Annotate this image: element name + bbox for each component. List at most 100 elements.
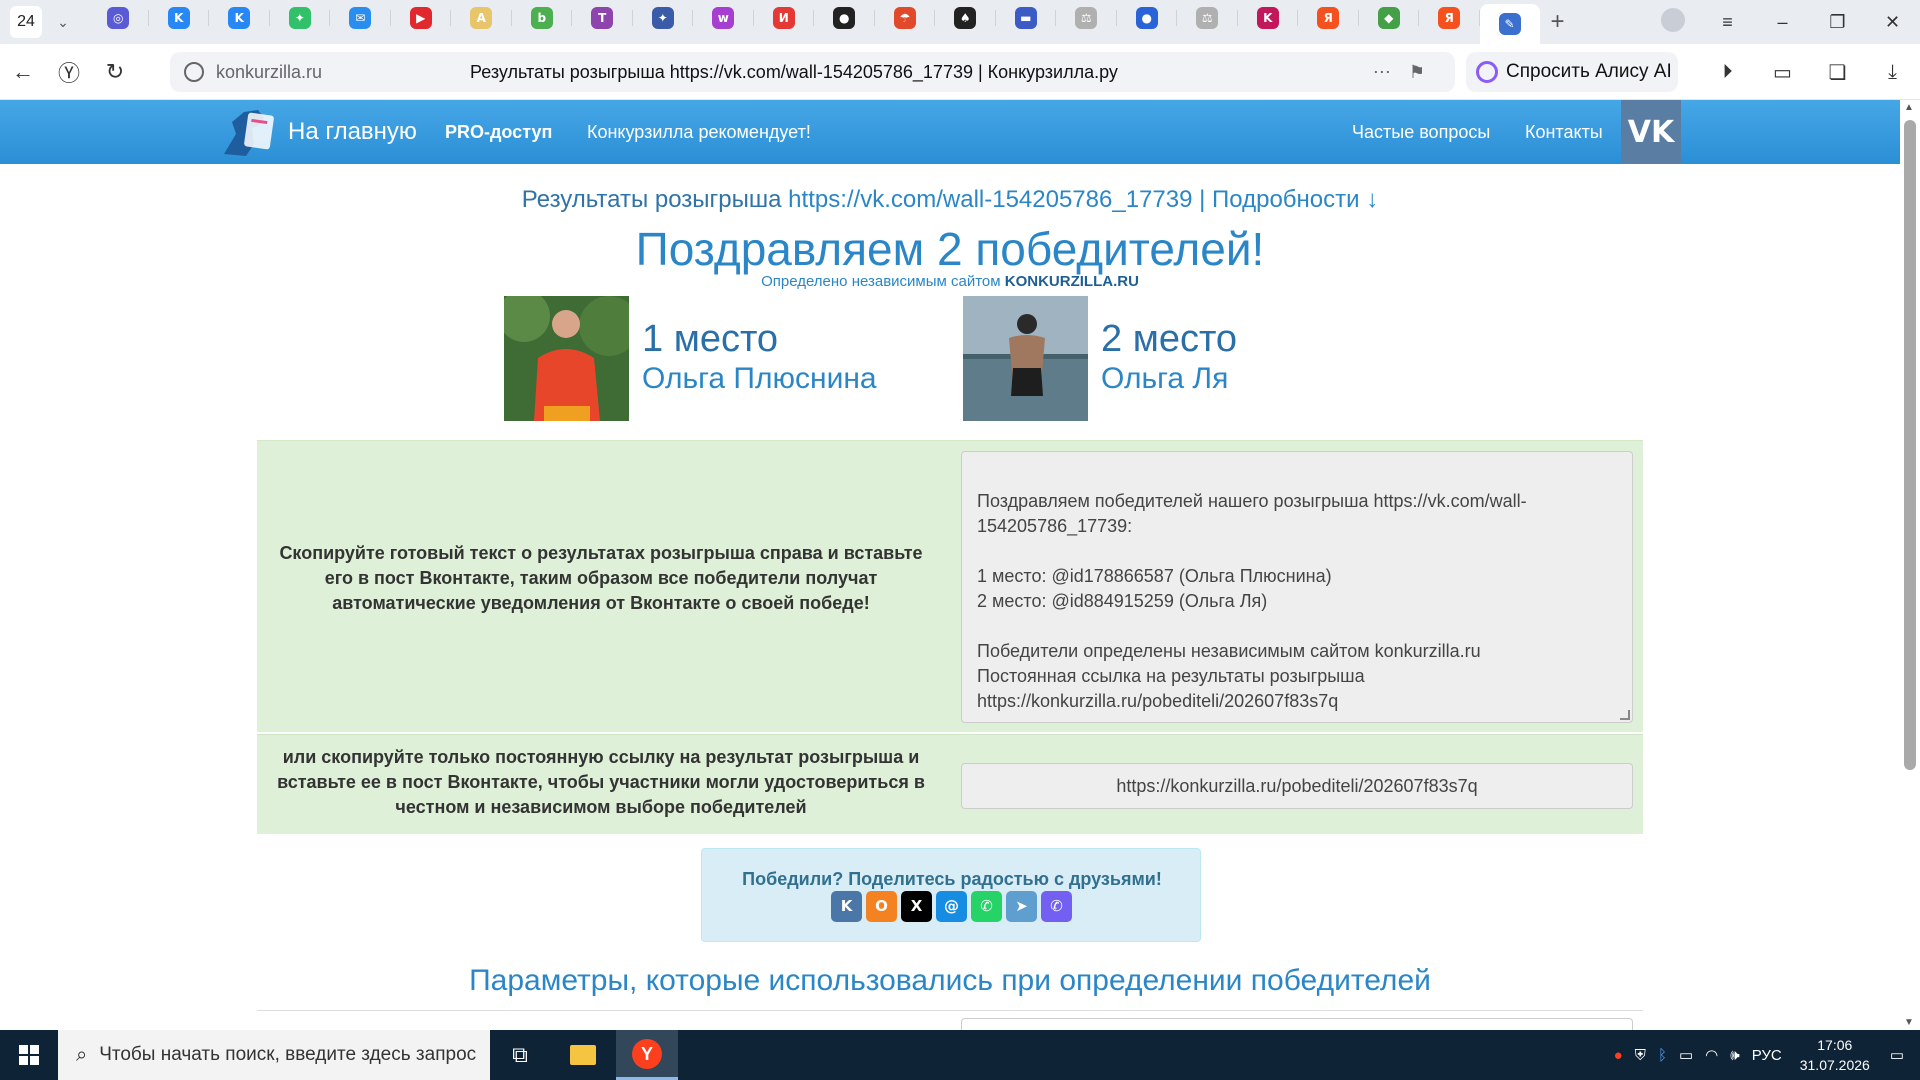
restore-button[interactable]: ❐ bbox=[1810, 12, 1865, 33]
browser-tab[interactable]: A bbox=[451, 0, 512, 36]
copy-text-instruction: Скопируйте готовый текст о результатах р… bbox=[279, 543, 923, 613]
shield-icon[interactable]: ⛨ bbox=[1635, 1047, 1646, 1064]
yandex-browser-icon: Y bbox=[632, 1038, 662, 1069]
page-title: Результаты розыгрыша https://vk.com/wall… bbox=[470, 61, 1118, 82]
browser-tab[interactable]: ▶ bbox=[391, 0, 452, 36]
nav-pro-link[interactable]: PRO-доступ bbox=[445, 122, 552, 143]
winner-2-name[interactable]: Ольга Ля bbox=[1101, 362, 1228, 396]
reload-button[interactable]: ↻ bbox=[92, 59, 138, 85]
resize-handle-icon[interactable] bbox=[1620, 710, 1630, 720]
yandex-home-button[interactable]: Ⓨ bbox=[46, 56, 92, 88]
scrollbar-thumb[interactable] bbox=[1904, 120, 1916, 770]
media-icon[interactable]: ⏵ bbox=[1700, 61, 1755, 84]
vk-link-button[interactable]: VK bbox=[1621, 100, 1681, 164]
determined-by: Определено независимым сайтом KONKURZILL… bbox=[0, 273, 1900, 290]
nav-contacts-link[interactable]: Контакты bbox=[1525, 122, 1603, 143]
browser-tab[interactable]: ● bbox=[1117, 0, 1178, 36]
active-browser-tab[interactable]: ✎ bbox=[1479, 4, 1540, 44]
site-info-icon[interactable] bbox=[184, 62, 204, 82]
browser-tab[interactable]: ◆ bbox=[1359, 0, 1420, 36]
file-explorer-icon[interactable] bbox=[553, 1030, 613, 1080]
scroll-down-icon[interactable]: ▼ bbox=[1904, 1017, 1914, 1028]
results-text-area[interactable]: Поздравляем победителей нашего розыгрыша… bbox=[961, 451, 1633, 723]
tab-icon: K bbox=[1256, 7, 1279, 29]
browser-tab[interactable]: K bbox=[209, 0, 270, 36]
browser-tab[interactable]: ☂ bbox=[875, 0, 936, 36]
vk-share-icon[interactable]: K bbox=[831, 891, 862, 922]
contest-link[interactable]: https://vk.com/wall-154205786_17739 bbox=[788, 186, 1192, 213]
konkurzilla-logo-icon[interactable] bbox=[218, 104, 278, 160]
tab-counter[interactable]: 24 bbox=[10, 6, 42, 38]
details-link[interactable]: Подробности ↓ bbox=[1212, 186, 1378, 213]
notifications-icon[interactable]: ▭ bbox=[1890, 1046, 1904, 1064]
browser-tab[interactable]: w bbox=[693, 0, 754, 36]
bookmark-icon[interactable]: ⚑ bbox=[1409, 62, 1443, 82]
browser-tab[interactable]: T bbox=[572, 0, 633, 36]
browser-tab[interactable]: Я bbox=[1298, 0, 1359, 36]
browser-tab[interactable]: ⚖ bbox=[1056, 0, 1117, 36]
browser-tab[interactable]: ✦ bbox=[633, 0, 694, 36]
umbrella-icon: ☂ bbox=[893, 7, 916, 29]
browser-tab[interactable]: И bbox=[754, 0, 815, 36]
mailru-share-icon[interactable]: @ bbox=[936, 891, 967, 922]
share-title: Победили? Поделитесь радостью с друзьями… bbox=[742, 869, 1162, 889]
start-button[interactable] bbox=[0, 1030, 58, 1080]
url-actions[interactable]: ⋯⚑ bbox=[1373, 62, 1443, 83]
nav-recommends-link[interactable]: Конкурзилла рекомендует! bbox=[587, 122, 811, 143]
scroll-up-icon[interactable]: ▲ bbox=[1904, 102, 1914, 113]
ok-share-icon[interactable]: O bbox=[866, 891, 897, 922]
back-button[interactable]: ← bbox=[0, 59, 46, 85]
bluetooth-icon[interactable]: ᛒ bbox=[1658, 1047, 1667, 1064]
yandex-browser-taskbar-icon[interactable]: Y bbox=[616, 1030, 678, 1080]
battery-tray-icon[interactable]: ▭ bbox=[1679, 1046, 1693, 1064]
new-tab-button[interactable]: + bbox=[1540, 4, 1576, 40]
browser-tab[interactable]: ⚖ bbox=[1177, 0, 1238, 36]
params-field[interactable] bbox=[961, 1018, 1633, 1030]
minimize-button[interactable]: – bbox=[1755, 12, 1810, 33]
x-share-icon[interactable]: X bbox=[901, 891, 932, 922]
browser-tab[interactable]: Я bbox=[1419, 0, 1480, 36]
profile-button[interactable] bbox=[1645, 7, 1700, 37]
browser-tab[interactable]: K bbox=[1238, 0, 1299, 36]
spade-icon: ♠ bbox=[954, 7, 977, 29]
downloads-icon[interactable]: ⤓ bbox=[1865, 61, 1920, 84]
battery-icon[interactable]: ▭ bbox=[1755, 60, 1810, 85]
page-scrollbar[interactable]: ▲ ▼ bbox=[1900, 100, 1920, 1030]
permalink-field[interactable]: https://konkurzilla.ru/pobediteli/202607… bbox=[961, 763, 1633, 809]
telegram-share-icon[interactable]: ➤ bbox=[1006, 891, 1037, 922]
results-text: Поздравляем победителей нашего розыгрыша… bbox=[977, 491, 1527, 711]
whatsapp-share-icon[interactable]: ✆ bbox=[971, 891, 1002, 922]
volume-icon[interactable]: 🕪 bbox=[1730, 1047, 1739, 1064]
wifi-icon[interactable]: ◠ bbox=[1705, 1046, 1718, 1064]
browser-tab[interactable]: ▬ bbox=[996, 0, 1057, 36]
menu-icon[interactable]: ≡ bbox=[1700, 12, 1755, 33]
collections-icon[interactable]: ❏ bbox=[1810, 60, 1865, 85]
browser-tab[interactable]: ✉ bbox=[330, 0, 391, 36]
viber-share-icon[interactable]: ✆ bbox=[1041, 891, 1072, 922]
task-view-icon[interactable]: ⧉ bbox=[490, 1030, 550, 1080]
browser-tab[interactable]: ◎ bbox=[88, 0, 149, 36]
ask-alice-button[interactable]: Спросить Алису AI bbox=[1466, 52, 1678, 92]
vk-icon: VK bbox=[1627, 114, 1675, 150]
url-host: konkurzilla.ru bbox=[216, 61, 323, 82]
browser-tab[interactable]: ✦ bbox=[270, 0, 331, 36]
nav-home-link[interactable]: На главную bbox=[288, 118, 417, 146]
taskbar-search[interactable]: ⌕ Чтобы начать поиск, введите здесь запр… bbox=[58, 1030, 490, 1080]
winner-2-avatar[interactable] bbox=[963, 296, 1088, 421]
url-field[interactable]: konkurzilla.ru Результаты розыгрыша http… bbox=[170, 52, 1455, 92]
nav-faq-link[interactable]: Частые вопросы bbox=[1352, 122, 1490, 143]
scales-icon: ⚖ bbox=[1075, 7, 1098, 29]
browser-tab[interactable]: ● bbox=[814, 0, 875, 36]
browser-tab[interactable]: ♠ bbox=[935, 0, 996, 36]
browser-tab[interactable]: K bbox=[149, 0, 210, 36]
language-indicator[interactable]: РУС bbox=[1752, 1047, 1782, 1064]
browser-tab[interactable]: b bbox=[512, 0, 573, 36]
yandex-tray-icon[interactable]: ● bbox=[1614, 1047, 1623, 1064]
winner-1-name[interactable]: Ольга Плюснина bbox=[642, 362, 877, 396]
more-icon[interactable]: ⋯ bbox=[1373, 62, 1409, 82]
clock[interactable]: 17:06 31.07.2026 bbox=[1800, 1035, 1870, 1075]
browser-tab-strip: 24 ⌄ ◎ K K ✦ ✉ ▶ Ab T ✦ w И ● ☂ ♠ ▬ ⚖ ● ⚖ K Я ◆ Я ✎ + ≡ – ❐ ✕ bbox=[0, 0, 1920, 44]
close-window-button[interactable]: ✕ bbox=[1865, 12, 1920, 33]
tab-list-chevron-icon[interactable]: ⌄ bbox=[48, 6, 78, 38]
winner-1-avatar[interactable] bbox=[504, 296, 629, 421]
